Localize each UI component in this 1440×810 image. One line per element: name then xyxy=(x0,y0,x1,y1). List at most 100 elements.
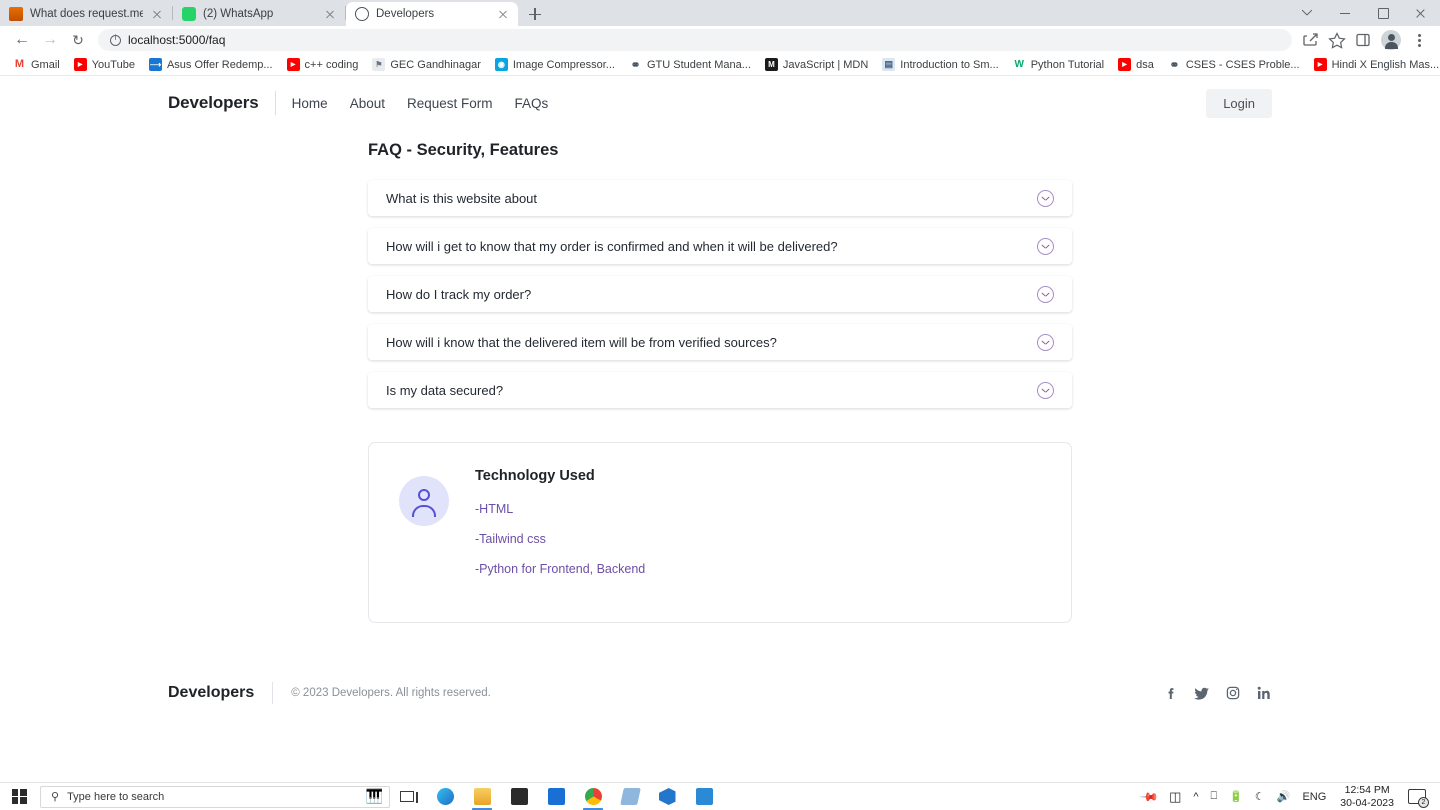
back-button[interactable]: ← xyxy=(8,28,36,52)
footer-divider xyxy=(272,682,274,704)
site-header: Developers Home About Request Form FAQs … xyxy=(0,77,1440,129)
edge-icon[interactable] xyxy=(428,783,462,810)
battery-icon[interactable]: 🔋 xyxy=(1223,783,1249,810)
tab-strip: What does request.method == ' (2) WhatsA… xyxy=(0,0,1440,26)
linkedin-icon[interactable] xyxy=(1256,685,1272,701)
bookmark-item[interactable]: ▶ c++ coding xyxy=(280,55,366,75)
vscode-icon[interactable] xyxy=(650,783,684,810)
profile-avatar[interactable] xyxy=(1381,30,1401,50)
show-hidden-icons-chevron[interactable]: ^ xyxy=(1187,783,1204,810)
minimize-icon[interactable] xyxy=(1326,0,1364,26)
faq-item[interactable]: How do I track my order? xyxy=(368,276,1072,312)
maximize-icon[interactable] xyxy=(1364,0,1402,26)
url-text: localhost:5000/faq xyxy=(128,33,226,47)
notification-center-button[interactable]: 2 xyxy=(1402,783,1432,810)
bookmark-item[interactable]: ⚭ GTU Student Mana... xyxy=(622,55,758,75)
microsoft-store-icon[interactable] xyxy=(502,783,536,810)
bookmark-item[interactable]: M Gmail xyxy=(6,55,67,75)
bookmark-item[interactable]: ▶ dsa xyxy=(1111,55,1161,75)
new-tab-button[interactable] xyxy=(522,2,548,26)
magnifier-icon: ⚲ xyxy=(51,791,60,803)
windows-start-icon[interactable] xyxy=(0,783,38,810)
close-window-icon[interactable] xyxy=(1402,0,1440,26)
faq-item[interactable]: What is this website about xyxy=(368,180,1072,216)
bookmark-item[interactable]: ⟶ Asus Offer Redemp... xyxy=(142,55,280,75)
notification-icon: 2 xyxy=(1408,789,1429,808)
whatsapp-icon xyxy=(182,7,196,21)
windows-taskbar: ⚲ Type here to search 🎹 📌 ◫ ^ ⎕ 🔋 ☾ 🔊 EN… xyxy=(0,782,1440,810)
bookmark-label: dsa xyxy=(1136,58,1154,71)
facebook-icon[interactable] xyxy=(1163,685,1179,701)
instagram-icon[interactable] xyxy=(1225,685,1241,701)
bookmark-item[interactable]: ▤ Introduction to Sm... xyxy=(875,55,1005,75)
close-icon[interactable] xyxy=(496,7,510,21)
chevron-down-circle-icon[interactable] xyxy=(1037,237,1054,255)
browser-tab-3[interactable]: Developers xyxy=(346,2,518,26)
bookmark-label: GEC Gandhinagar xyxy=(390,58,481,71)
chevron-down-circle-icon[interactable] xyxy=(1037,189,1054,207)
technology-line: -Tailwind css xyxy=(475,532,546,546)
globe-icon: ⚭ xyxy=(628,57,642,72)
side-panel-icon[interactable] xyxy=(1350,28,1376,52)
bookmark-item[interactable]: M JavaScript | MDN xyxy=(758,55,875,75)
address-bar[interactable]: localhost:5000/faq xyxy=(98,29,1292,51)
faq-question: What is this website about xyxy=(386,190,538,206)
volume-icon[interactable]: 🔊 xyxy=(1271,783,1297,810)
display-icon[interactable]: ⎕ xyxy=(1205,783,1224,810)
task-view-icon[interactable] xyxy=(390,783,424,810)
wifi-icon[interactable]: ☾ xyxy=(1249,783,1271,810)
faq-item[interactable]: How will i get to know that my order is … xyxy=(368,228,1072,264)
tab-title: Developers xyxy=(376,8,435,20)
close-icon[interactable] xyxy=(150,7,164,21)
w3schools-icon: W xyxy=(1012,58,1026,71)
flutter-icon[interactable] xyxy=(613,783,647,810)
close-icon[interactable] xyxy=(323,7,337,21)
twitter-icon[interactable] xyxy=(1194,685,1210,701)
taskbar-search-input[interactable]: ⚲ Type here to search 🎹 xyxy=(40,785,390,808)
youtube-icon: ▶ xyxy=(1118,58,1132,71)
faq-item[interactable]: How will i know that the delivered item … xyxy=(368,324,1072,360)
nav-link-home[interactable]: Home xyxy=(292,96,328,111)
bookmark-label: c++ coding xyxy=(304,58,359,71)
bookmark-item[interactable]: ⚑ GEC Gandhinagar xyxy=(365,55,488,75)
login-button[interactable]: Login xyxy=(1206,88,1272,118)
mail-icon[interactable] xyxy=(539,783,573,810)
bookmark-label: Image Compressor... xyxy=(512,58,615,71)
footer-brand: Developers xyxy=(168,684,255,701)
language-indicator[interactable]: ENG xyxy=(1296,783,1332,810)
bookmark-label: YouTube xyxy=(91,58,135,71)
faq-question: How will i get to know that my order is … xyxy=(386,238,838,254)
archive-app-icon[interactable] xyxy=(687,783,721,810)
share-icon[interactable] xyxy=(1298,28,1324,52)
nav-link-about[interactable]: About xyxy=(350,96,385,111)
chevron-down-icon[interactable] xyxy=(1288,0,1326,26)
bookmark-star-icon[interactable] xyxy=(1324,28,1350,52)
bookmark-item[interactable]: ⚭ CSES - CSES Proble... xyxy=(1161,55,1307,75)
nav-link-request-form[interactable]: Request Form xyxy=(407,96,493,111)
reload-button[interactable]: ↻ xyxy=(64,28,92,52)
file-explorer-icon[interactable] xyxy=(465,783,499,810)
youtube-icon: ▶ xyxy=(1313,58,1327,71)
gmail-icon: M xyxy=(13,58,26,71)
bookmark-item[interactable]: ▶ YouTube xyxy=(67,55,142,75)
chevron-down-circle-icon[interactable] xyxy=(1037,333,1054,351)
info-circle-icon[interactable] xyxy=(110,33,121,46)
clock[interactable]: 12:54 PM 30-04-2023 xyxy=(1332,784,1402,808)
faq-item[interactable]: Is my data secured? xyxy=(368,372,1072,408)
nav-link-faqs[interactable]: FAQs xyxy=(515,96,549,111)
chrome-icon[interactable] xyxy=(576,783,610,810)
three-dot-menu-icon[interactable] xyxy=(1406,28,1432,52)
forward-button[interactable]: → xyxy=(36,28,64,52)
browser-tab-1[interactable]: What does request.method == ' xyxy=(0,2,172,26)
bookmark-item[interactable]: ◉ Image Compressor... xyxy=(488,55,622,75)
bookmark-item[interactable]: ▶ Hindi X English Mas... xyxy=(1307,55,1440,75)
header-divider xyxy=(274,91,276,115)
chevron-down-circle-icon[interactable] xyxy=(1037,285,1054,303)
bookmark-item[interactable]: W Python Tutorial xyxy=(1006,55,1111,75)
technology-card-title: Technology Used xyxy=(475,468,595,484)
faq-question: How do I track my order? xyxy=(386,286,532,302)
chevron-down-circle-icon[interactable] xyxy=(1037,381,1054,399)
technology-line: -HTML xyxy=(475,502,514,516)
site-brand[interactable]: Developers xyxy=(168,93,259,113)
browser-tab-2[interactable]: (2) WhatsApp xyxy=(173,2,345,26)
